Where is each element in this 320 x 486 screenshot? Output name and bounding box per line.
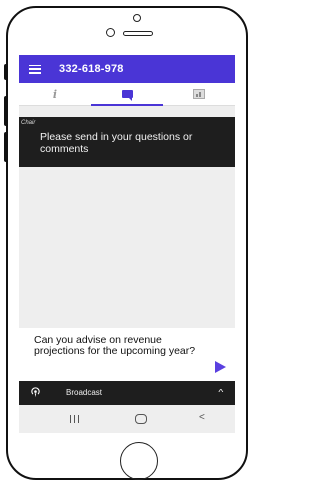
tab-poll[interactable] — [163, 83, 235, 105]
message-composer[interactable]: Can you advise on revenue projections fo… — [19, 328, 235, 381]
send-icon[interactable] — [215, 361, 226, 373]
broadcast-label: Broadcast — [66, 388, 103, 397]
volume-down-button — [4, 132, 8, 162]
poll-chart-icon — [193, 89, 205, 99]
tab-bar: i — [19, 83, 235, 106]
earpiece-speaker — [123, 31, 153, 36]
app-screen: 332-618-978 i Chair Please send in your … — [19, 55, 235, 433]
broadcast-bar[interactable]: Broadcast ^ — [19, 381, 235, 405]
meeting-id-title: 332-618-978 — [59, 63, 124, 75]
back-nav-icon[interactable]: < — [199, 412, 205, 423]
tab-chat[interactable] — [91, 83, 163, 106]
chevron-up-icon[interactable]: ^ — [218, 388, 223, 397]
broadcast-icon — [31, 387, 40, 398]
phone-home-button[interactable] — [120, 442, 158, 480]
info-icon: i — [52, 87, 58, 101]
chair-message: Chair Please send in your questions or c… — [19, 117, 235, 167]
recent-apps-icon[interactable] — [70, 415, 79, 423]
home-nav-icon[interactable] — [135, 414, 147, 424]
tab-info[interactable]: i — [19, 83, 91, 105]
front-camera — [106, 28, 115, 37]
chair-label: Chair — [21, 120, 36, 126]
chair-message-text: Please send in your questions or comment… — [40, 131, 193, 155]
chat-icon — [121, 90, 133, 101]
app-bar: 332-618-978 — [19, 55, 235, 83]
message-input[interactable]: Can you advise on revenue projections fo… — [34, 335, 204, 357]
hamburger-menu-icon[interactable] — [29, 64, 41, 74]
volume-up-button — [4, 96, 8, 126]
front-sensor — [133, 14, 141, 22]
android-nav-bar: < — [19, 405, 235, 433]
mute-switch — [4, 64, 8, 80]
